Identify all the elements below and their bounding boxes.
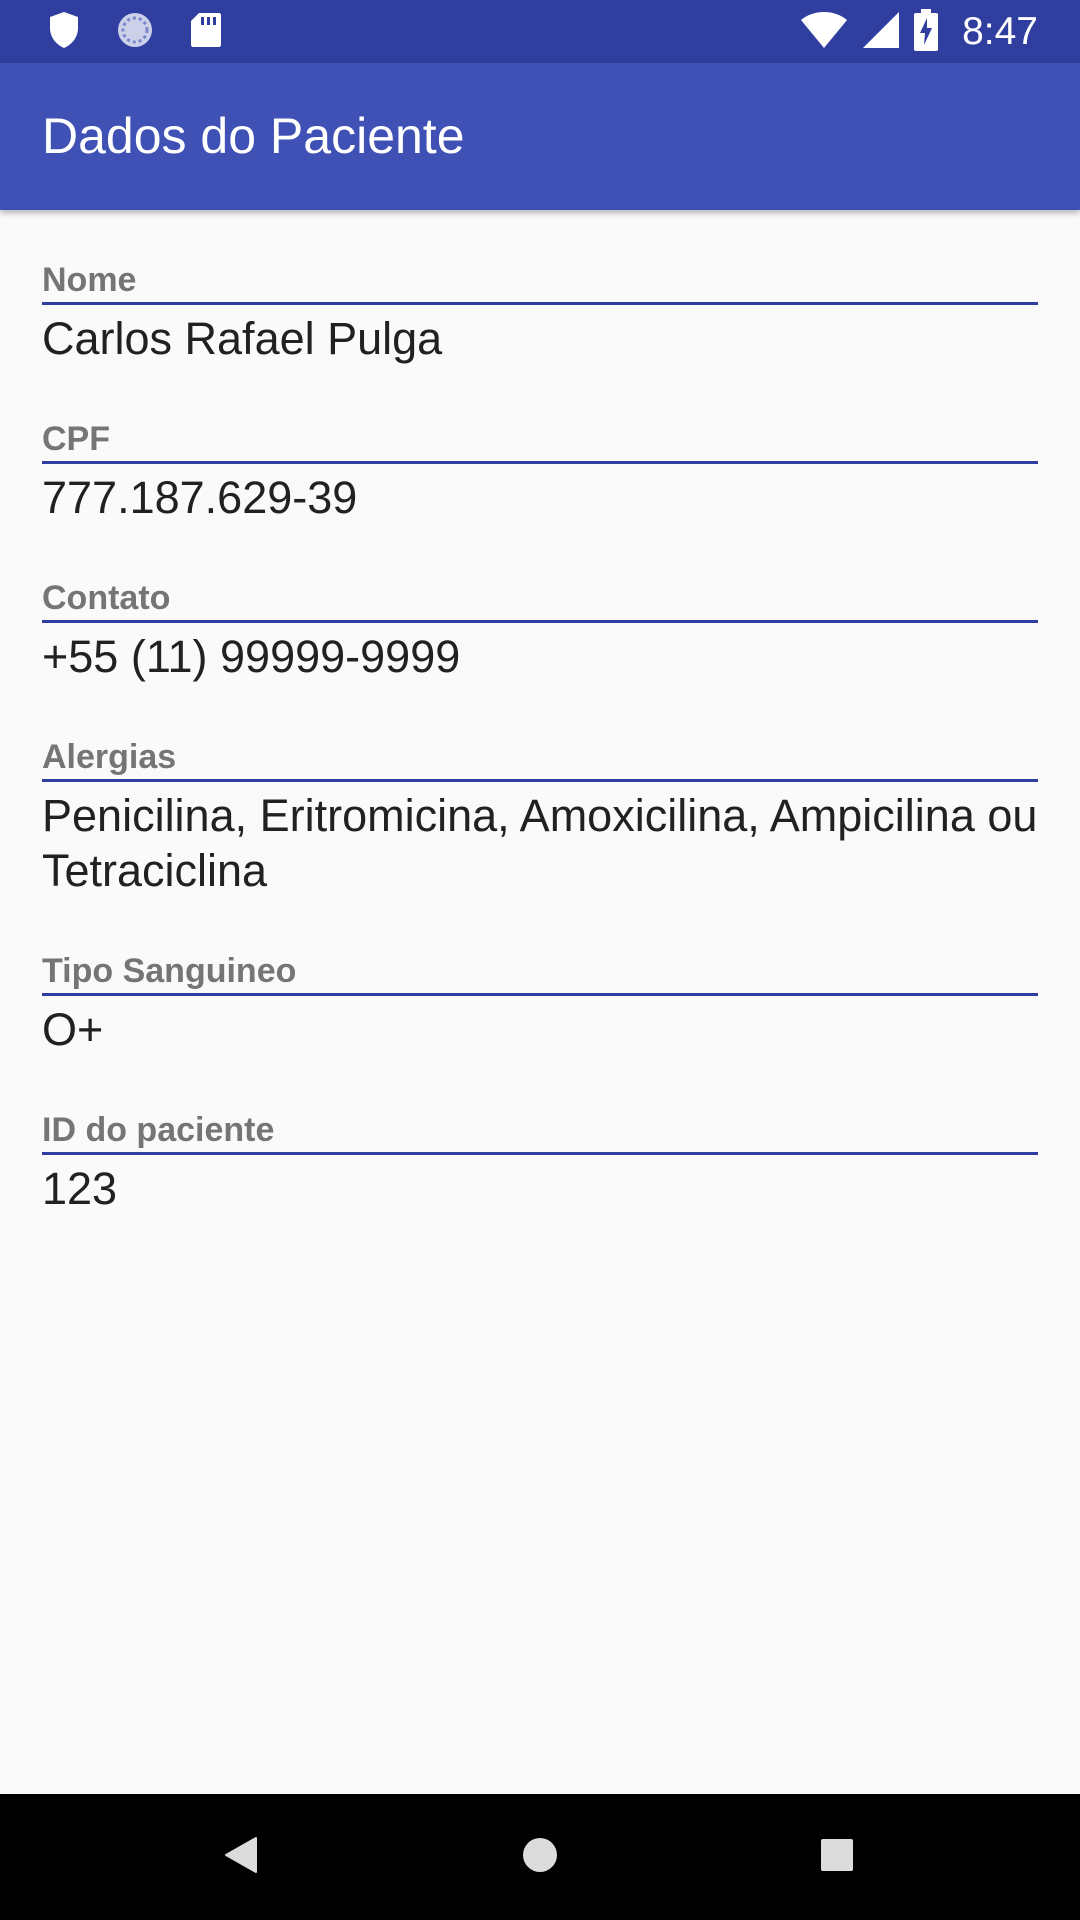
field-cpf: CPF 777.187.629-39 [42,419,1038,525]
battery-charging-icon [914,8,939,56]
status-right-icons: 8:47 [800,8,1038,56]
field-label: Nome [42,260,1038,305]
screen: 8:47 Dados do Paciente Nome Carlos Rafae… [0,0,1080,1920]
shield-icon [48,11,80,54]
field-value: O+ [42,1004,104,1055]
field-label: Contato [42,578,1038,623]
field-value: 123 [42,1163,118,1214]
field-label: CPF [42,419,1038,464]
field-value: Carlos Rafael Pulga [42,313,443,364]
sd-card-icon [190,12,222,53]
status-bar: 8:47 [0,0,1080,63]
app-bar: Dados do Paciente [0,63,1080,210]
field-contato: Contato +55 (11) 99999-9999 [42,578,1038,684]
field-id-paciente: ID do paciente 123 [42,1110,1038,1216]
field-tipo-sanguineo: Tipo Sanguineo O+ [42,951,1038,1057]
back-icon [224,1836,258,1879]
nav-recents-button[interactable] [807,1827,867,1887]
field-value: 777.187.629-39 [42,472,358,523]
nav-back-button[interactable] [211,1827,271,1887]
sync-icon [116,11,154,54]
field-alergias: Alergias Penicilina, Eritromicina, Amoxi… [42,737,1038,898]
wifi-icon [800,11,848,54]
status-time: 8:47 [962,10,1038,53]
field-label: ID do paciente [42,1110,1038,1155]
status-left-icons [48,11,222,54]
field-value: +55 (11) 99999-9999 [42,631,461,682]
field-nome: Nome Carlos Rafael Pulga [42,260,1038,366]
home-icon [522,1837,558,1878]
signal-icon [862,11,900,54]
navigation-bar [0,1794,1080,1920]
field-label: Tipo Sanguineo [42,951,1038,996]
nav-home-button[interactable] [510,1827,570,1887]
page-title: Dados do Paciente [42,108,465,164]
field-label: Alergias [42,737,1038,782]
recents-icon [820,1838,854,1877]
field-value: Penicilina, Eritromicina, Amoxicilina, A… [42,790,1038,896]
